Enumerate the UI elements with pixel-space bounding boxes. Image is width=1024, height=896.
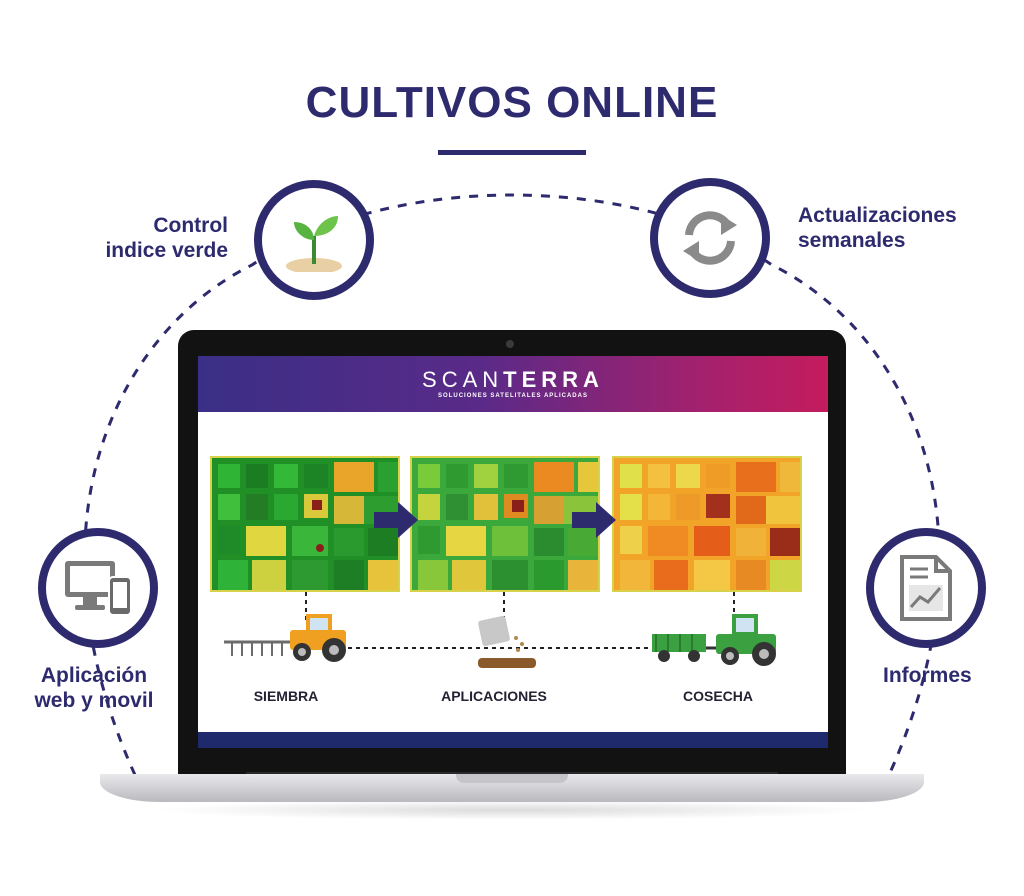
updates-label-line1: Actualizaciones [798, 204, 957, 227]
updates-circle [650, 178, 770, 298]
brand-light: SCAN [422, 367, 504, 392]
field-map-cosecha [612, 456, 802, 592]
screen-footer [198, 732, 828, 748]
app-label: Aplicación web y movil [24, 663, 164, 713]
control-circle [254, 180, 374, 300]
stage-label-cosecha: COSECHA [682, 688, 753, 704]
control-label-line1: Control [153, 214, 228, 237]
fertilizer-bag-icon [478, 615, 536, 668]
laptop-screen: SCANTERRA SOLUCIONES SATELITALES APLICAD… [198, 356, 828, 748]
updates-label: Actualizaciones semanales [798, 203, 957, 253]
field-map-siembra-graphic [212, 458, 398, 590]
brand-bold: TERRA [503, 367, 604, 392]
field-map-cosecha-graphic [614, 458, 800, 590]
field-map-siembra [210, 456, 400, 592]
refresh-icon [683, 211, 737, 265]
stage-label-siembra: SIEMBRA [253, 688, 319, 704]
app-circle [38, 528, 158, 648]
laptop-notch [456, 774, 568, 783]
report-icon [900, 555, 952, 621]
sprout-icon [286, 216, 342, 272]
arrow-right-icon [572, 502, 616, 538]
screen-header: SCANTERRA SOLUCIONES SATELITALES APLICAD… [198, 356, 828, 412]
reports-label: Informes [883, 664, 972, 687]
reports-circle [866, 528, 986, 648]
brand-tagline: SOLUCIONES SATELITALES APLICADAS [438, 393, 588, 399]
tractor-trailer-icon [652, 614, 776, 666]
devices-icon [65, 561, 132, 616]
laptop-shadow [150, 800, 874, 820]
updates-label-line2: semanales [798, 229, 906, 252]
camera-dot [506, 340, 514, 348]
app-label-line1: Aplicación [40, 664, 148, 687]
arrow-right-icon [374, 502, 418, 538]
tractor-planter-icon [224, 614, 346, 662]
control-label-line2: indice verde [105, 239, 228, 262]
control-label: Control indice verde [96, 213, 228, 263]
brand-logo: SCANTERRA [198, 367, 828, 393]
stage-label-aplicaciones: APLICACIONES [441, 688, 547, 704]
app-label-line2: web y movil [34, 689, 154, 712]
